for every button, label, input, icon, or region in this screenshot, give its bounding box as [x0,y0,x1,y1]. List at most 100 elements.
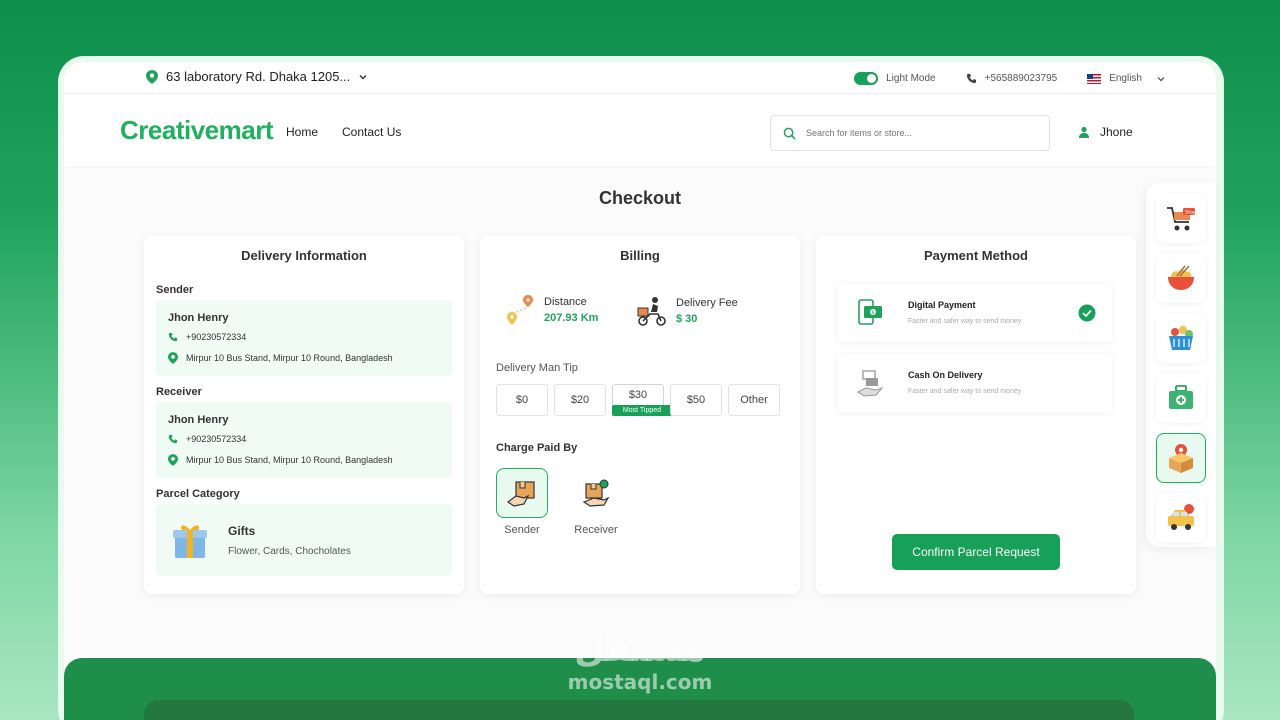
distance-value: 207.93 Km [544,312,599,324]
category-food[interactable] [1156,253,1206,303]
payer-receiver[interactable]: Receiver [570,468,622,536]
main-nav: Home Contact Us [286,125,401,139]
page-title: Checkout [598,188,681,208]
user-icon [1079,126,1089,138]
most-tipped-badge: Most Tipped [612,405,672,416]
category-rail: Shop [1146,183,1216,547]
check-circle-icon [1078,304,1096,322]
receiver-address: Mirpur 10 Bus Stand, Mirpur 10 Round, Ba… [186,455,393,465]
payer-sender-box [496,468,548,518]
language-selector[interactable]: English [1109,73,1142,84]
location-pin-icon [168,352,178,364]
payer-sender[interactable]: Sender [496,468,548,536]
phone-number: +565889023795 [984,73,1058,84]
theme-label: Light Mode [886,73,936,84]
tip-label: Delivery Man Tip [496,362,578,374]
checkout-content: Checkout Delivery Information Sender Jho… [64,168,1216,658]
payer-sender-label: Sender [504,524,540,536]
receiver-name: Jhon Henry [168,414,229,426]
digital-payment-desc: Faster and safer way to send money [908,318,1022,325]
location-text: 63 laboratory Rd. Dhaka 1205... [166,69,351,84]
us-flag-icon [1087,73,1102,84]
brand-logo[interactable]: Creativemart [120,115,273,146]
tip-option-50[interactable]: $50 [670,384,722,416]
payment-option-cash[interactable]: Cash On Delivery Faster and safer way to… [838,354,1112,412]
parcel-icon [1169,444,1193,473]
route-distance-icon [507,295,533,325]
tip-option-0[interactable]: $0 [496,384,548,416]
distance-label: Distance [544,296,587,308]
pharmacy-icon [1169,385,1193,409]
sender-address-row: Mirpur 10 Bus Stand, Mirpur 10 Round, Ba… [168,352,393,364]
delivery-fee-label: Delivery Fee [676,297,738,309]
delivery-info-title: Delivery Information [241,248,367,263]
distance-item: Distance 207.93 Km [506,294,598,326]
receiver-phone-row: +90230572334 [168,434,246,444]
chevron-down-icon[interactable] [1156,74,1166,84]
sender-box: Jhon Henry +90230572334 Mirpur 10 Bus St… [156,300,452,376]
gift-box-icon [173,525,207,558]
receiver-parcel-icon [582,479,610,507]
confirm-parcel-request-button[interactable]: Confirm Parcel Request [892,534,1060,570]
phone-icon [966,73,976,84]
cash-on-delivery-desc: Faster and safer way to send money [908,388,1022,395]
tip-option-other[interactable]: Other [728,384,780,416]
tip-option-30[interactable]: $30 Most Tipped [612,384,672,416]
svg-text:$: $ [871,310,874,316]
category-pharmacy[interactable] [1156,373,1206,423]
category-taxi[interactable] [1156,493,1206,543]
main-header: Creativemart Home Contact Us Jhone [64,95,1216,167]
delivery-fee-item: Delivery Fee $ 30 [636,294,738,328]
watermark: مستقل mostaql.com [0,630,1280,695]
billing-card: Billing Distance 207.93 Km Delivery Fee … [480,236,800,594]
taxi-icon [1168,504,1194,530]
search-icon [783,127,796,140]
search-box[interactable] [770,115,1050,151]
top-bar: 63 laboratory Rd. Dhaka 1205... Light Mo… [64,62,1216,94]
delivery-scooter-icon [637,297,666,326]
digital-payment-name: Digital Payment [908,300,976,310]
payer-receiver-box [570,468,622,518]
location-selector[interactable]: 63 laboratory Rd. Dhaka 1205... [146,69,368,84]
receiver-address-row: Mirpur 10 Bus Stand, Mirpur 10 Round, Ba… [168,454,393,466]
chevron-down-icon [359,74,367,79]
location-pin-icon [146,69,158,84]
theme-toggle[interactable] [854,72,879,85]
category-shop[interactable]: Shop [1156,193,1206,243]
parcel-category-label: Parcel Category [156,488,240,500]
nav-home[interactable]: Home [286,125,318,139]
app-window: 63 laboratory Rd. Dhaka 1205... Light Mo… [64,62,1216,720]
receiver-phone: +90230572334 [186,434,247,444]
delivery-info-card: Delivery Information Sender Jhon Henry +… [144,236,464,594]
payment-option-digital[interactable]: $ Digital Payment Faster and safer way t… [838,284,1112,342]
location-pin-icon [168,454,178,466]
food-icon [1168,265,1194,290]
cash-on-delivery-name: Cash On Delivery [908,370,983,380]
top-bar-right: Light Mode +565889023795 English [854,72,1166,85]
nav-contact-us[interactable]: Contact Us [342,125,401,139]
user-menu[interactable]: Jhone [1078,125,1133,139]
svg-text:Shop: Shop [1185,210,1196,215]
payment-method-card: Payment Method $ Digital Payment Faster … [816,236,1136,594]
delivery-fee-value: $ 30 [676,313,698,325]
billing-title: Billing [620,248,660,263]
grocery-icon [1169,326,1193,350]
sender-phone-row: +90230572334 [168,332,246,342]
sender-label: Sender [156,284,194,296]
watermark-latin: mostaql.com [567,670,713,694]
parcel-name: Gifts [228,524,256,538]
parcel-category-box[interactable]: Gifts Flower, Cards, Chocholates [156,504,452,576]
user-name: Jhone [1100,125,1133,139]
tip-option-20[interactable]: $20 [554,384,606,416]
digital-payment-icon: $ [858,299,882,325]
category-parcel[interactable] [1156,433,1206,483]
cash-on-delivery-icon [857,370,884,397]
shop-icon: Shop [1167,207,1196,231]
tip-options: $0 $20 $30 Most Tipped $50 Other [496,384,780,416]
category-grocery[interactable] [1156,313,1206,363]
sender-parcel-icon [506,481,535,507]
phone-icon [168,332,178,342]
tip-option-30-label: $30 [628,389,648,401]
search-input[interactable] [806,128,1026,138]
sender-name: Jhon Henry [168,312,229,324]
